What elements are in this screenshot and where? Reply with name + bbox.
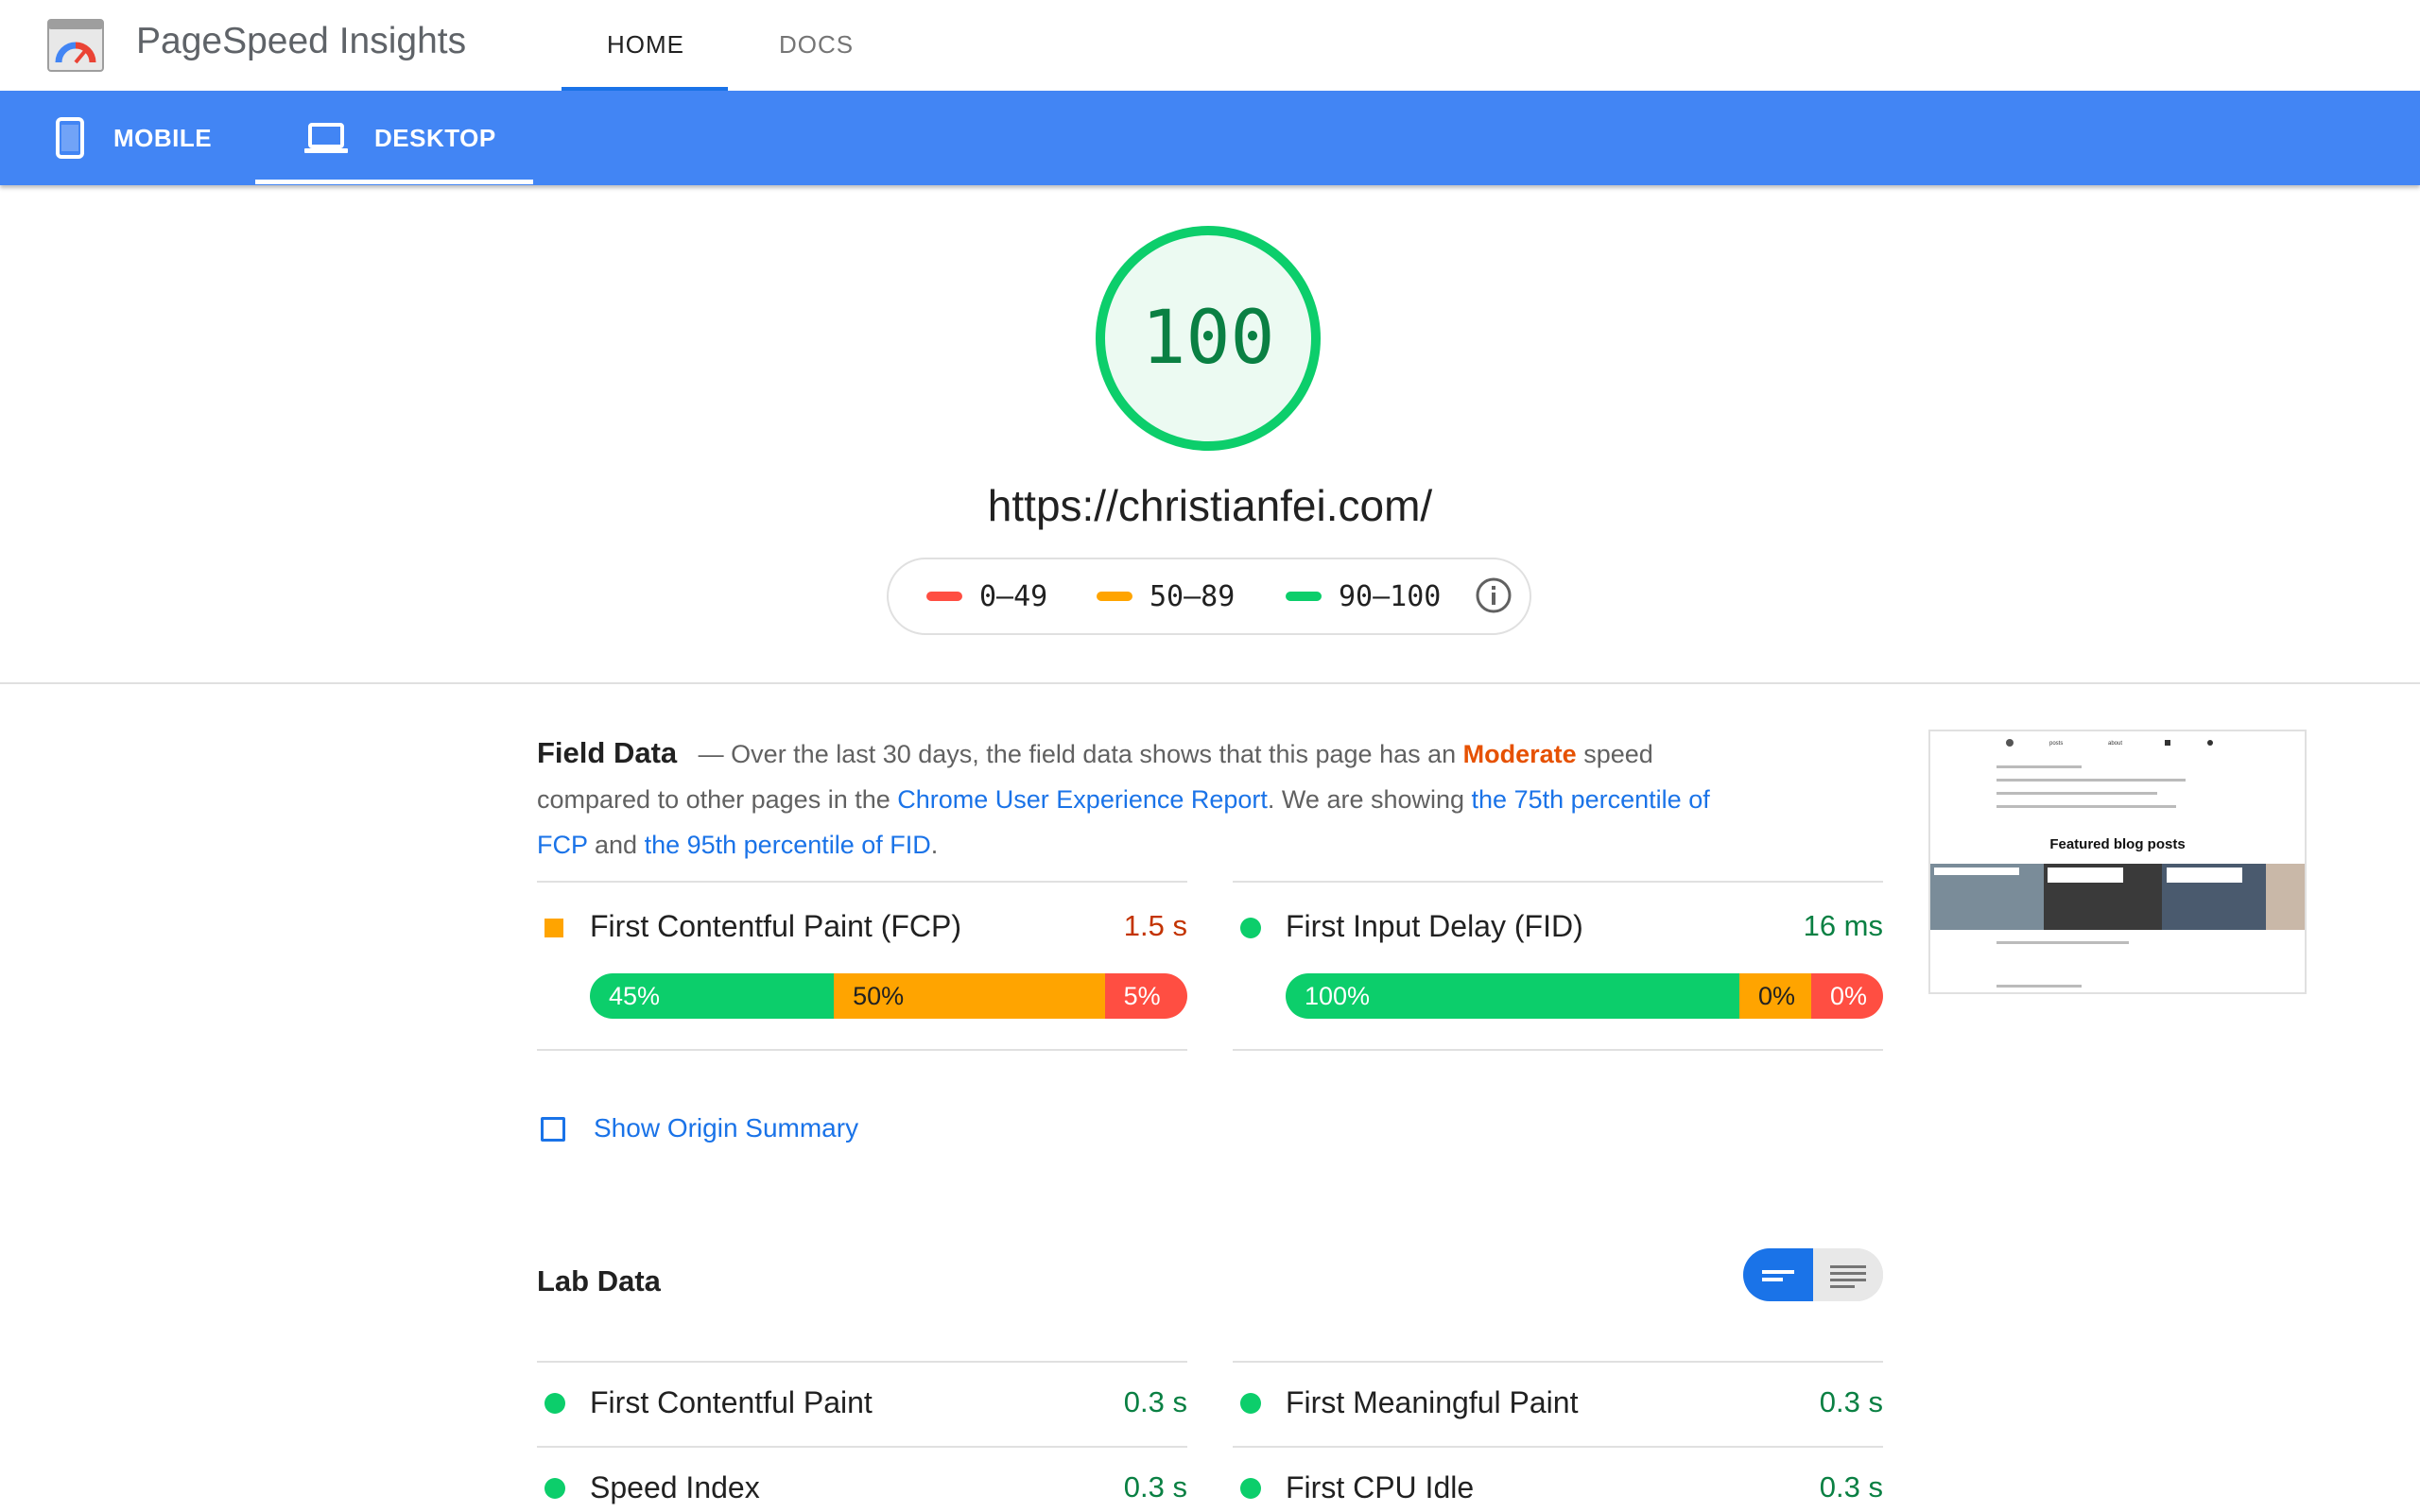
info-icon[interactable] (1475, 576, 1512, 614)
lab-rule-1 (537, 1361, 1187, 1363)
speed-rating: Moderate (1462, 740, 1577, 768)
legend-poor-swatch (926, 592, 962, 601)
legend-average-swatch (1097, 592, 1132, 601)
fid-slow-segment: 0% (1811, 973, 1883, 1019)
laptop-icon (304, 122, 348, 154)
lab-fmp-label: First Meaningful Paint (1286, 1385, 1579, 1419)
fid-top-rule (1233, 881, 1883, 883)
fcp-field-label: First Contentful Paint (FCP) (590, 909, 961, 943)
fcp-average-segment: 50% (834, 973, 1105, 1019)
lab-si-label: Speed Index (590, 1470, 760, 1504)
legend-item-poor: 0–49 (926, 559, 1047, 633)
lab-rule-3 (537, 1446, 1187, 1448)
legend-good-swatch (1286, 592, 1322, 601)
fid-field-label: First Input Delay (FID) (1286, 909, 1583, 943)
app-title: PageSpeed Insights (136, 21, 467, 61)
origin-summary-label[interactable]: Show Origin Summary (594, 1113, 858, 1143)
page-screenshot-thumbnail: posts about Featured blog posts (1928, 730, 2307, 994)
lab-cpu-dot (1240, 1478, 1261, 1499)
legend-average-label: 50–89 (1150, 579, 1236, 613)
short-lines-icon (1762, 1270, 1794, 1281)
fid-percentile-link[interactable]: the 95th percentile of FID (645, 831, 931, 859)
field-text-3: . We are showing (1267, 785, 1472, 814)
thumb-nav-posts: posts (2049, 741, 2063, 747)
fid-fast-segment: 100% (1286, 973, 1739, 1019)
expanded-view-button[interactable] (1813, 1248, 1883, 1301)
lab-fcp-value: 0.3 s (1123, 1385, 1187, 1418)
lab-fcp-dot (544, 1393, 565, 1414)
compact-view-button[interactable] (1743, 1248, 1813, 1301)
fcp-slow-segment: 5% (1104, 973, 1187, 1019)
score-legend: 0–49 50–89 90–100 (887, 558, 1531, 635)
nav-tab-home[interactable]: HOME (607, 30, 684, 60)
thumb-nav-about: about (2108, 741, 2122, 747)
thumb-featured-heading: Featured blog posts (2049, 836, 2185, 852)
fcp-fast-segment: 45% (590, 973, 835, 1019)
device-active-indicator (255, 180, 533, 184)
legend-item-average: 50–89 (1097, 559, 1235, 633)
fcp-distribution-bar: 45% 50% 5% (590, 973, 1187, 1019)
smartphone-icon (53, 117, 87, 159)
lab-si-value: 0.3 s (1123, 1470, 1187, 1503)
section-divider (0, 682, 2420, 684)
lab-rule-4 (1233, 1446, 1883, 1448)
lab-fmp-value: 0.3 s (1819, 1385, 1883, 1418)
fid-bottom-rule (1233, 1049, 1883, 1051)
view-toggle[interactable] (1743, 1248, 1883, 1301)
lab-fmp-dot (1240, 1393, 1261, 1414)
field-data-description: Field Data — Over the last 30 days, the … (537, 730, 1766, 868)
legend-item-good: 90–100 (1286, 559, 1441, 633)
fcp-bottom-rule (537, 1049, 1187, 1051)
list-lines-icon (1830, 1265, 1866, 1288)
fid-distribution-bar: 100% 0% 0% (1286, 973, 1883, 1019)
crux-report-link[interactable]: Chrome User Experience Report (897, 785, 1268, 814)
field-text-4: and (587, 831, 645, 859)
performance-score: 100 (1141, 296, 1275, 381)
lab-si-dot (544, 1478, 565, 1499)
fcp-field-value: 1.5 s (1123, 909, 1187, 942)
tab-desktop[interactable]: DESKTOP (304, 91, 496, 185)
lab-fcp-label: First Contentful Paint (590, 1385, 873, 1419)
lab-rule-2 (1233, 1361, 1883, 1363)
fid-average-segment: 0% (1739, 973, 1811, 1019)
fcp-top-rule (537, 881, 1187, 883)
lab-cpu-value: 0.3 s (1819, 1470, 1883, 1503)
legend-poor-label: 0–49 (979, 579, 1048, 613)
fid-status-dot (1240, 918, 1261, 938)
nav-tab-docs[interactable]: DOCS (779, 30, 854, 60)
tab-desktop-label: DESKTOP (374, 123, 496, 152)
field-data-heading: Field Data (537, 736, 678, 769)
tab-mobile[interactable]: MOBILE (53, 91, 212, 185)
tab-mobile-label: MOBILE (113, 123, 213, 152)
field-text-1: Over the last 30 days, the field data sh… (723, 740, 1463, 768)
legend-good-label: 90–100 (1339, 579, 1442, 613)
lab-data-heading: Lab Data (537, 1264, 661, 1297)
pagespeed-logo-icon[interactable] (47, 19, 104, 72)
field-text-5: . (930, 831, 939, 859)
fid-field-value: 16 ms (1803, 909, 1883, 942)
analyzed-url: https://christianfei.com/ (987, 481, 1433, 530)
origin-summary-checkbox[interactable] (541, 1117, 565, 1142)
fcp-status-square (544, 919, 563, 937)
top-header: PageSpeed Insights HOME DOCS (0, 0, 2420, 91)
lab-cpu-label: First CPU Idle (1286, 1470, 1475, 1504)
device-tab-bar: MOBILE DESKTOP (0, 91, 2420, 185)
field-data-dash: — (698, 740, 724, 768)
